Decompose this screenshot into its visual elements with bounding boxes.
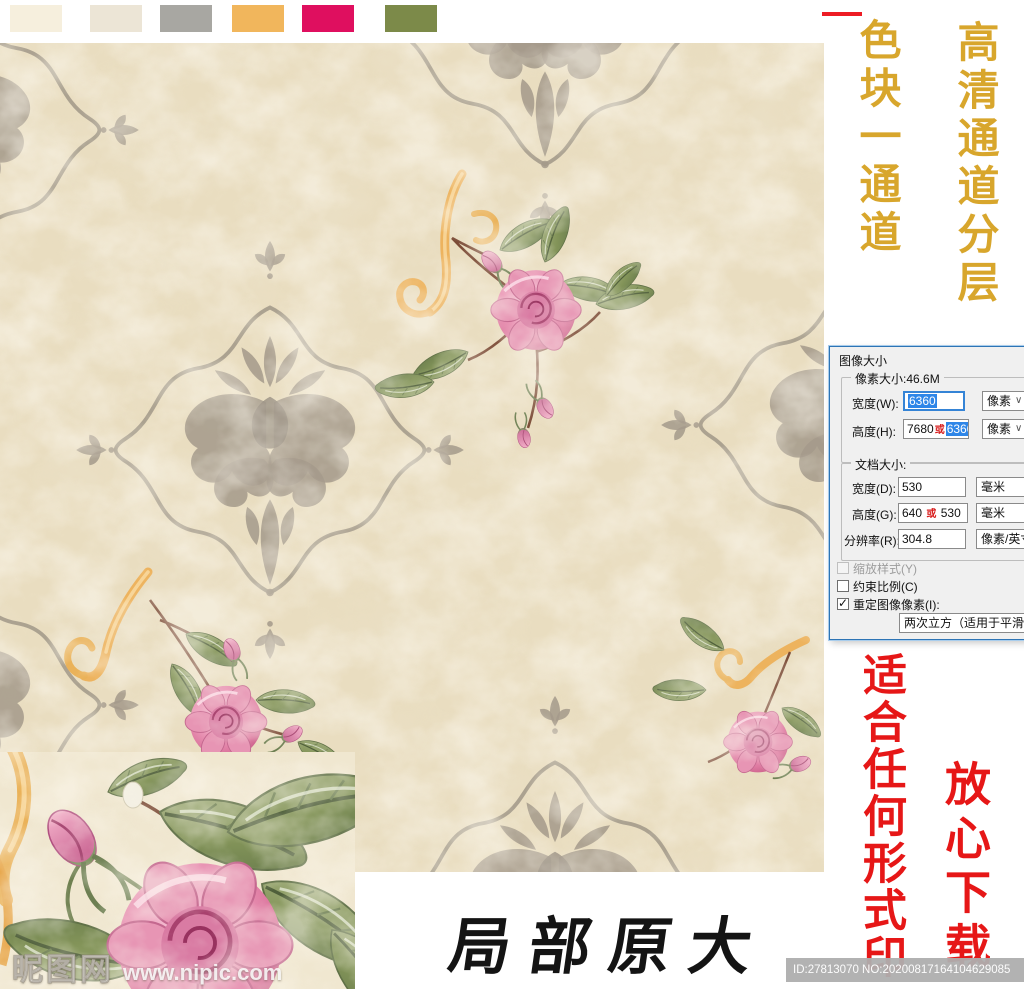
doc-height-input[interactable]: 640 或 530 (898, 503, 968, 523)
pixel-width-input[interactable]: 6360 (903, 391, 965, 411)
resolution-label: 分辨率(R): (844, 534, 900, 548)
banner-download-with-confidence: 放心下载 (938, 760, 992, 976)
pixel-height-input[interactable]: 7680或6360 (903, 419, 969, 439)
resample-image-checkbox[interactable] (837, 596, 849, 610)
pixel-height-unit-select[interactable]: 像素 ∨ (982, 419, 1024, 439)
chevron-down-icon: ∨ (1015, 395, 1023, 406)
chevron-down-icon: ∨ (1015, 423, 1023, 434)
constrain-proportions-checkbox[interactable] (837, 580, 849, 592)
pixel-width-unit-select[interactable]: 像素 ∨ (982, 391, 1024, 411)
resample-image-label: 重定图像像素(I): (853, 597, 940, 612)
scale-styles-row: 缩放样式(Y) (837, 561, 917, 576)
constrain-proportions-label: 约束比例(C) (853, 579, 918, 594)
pixel-dimensions-group: 像素大小:46.6M 宽度(W): 6360 像素 ∨ 高度(H): 7680或 6… (841, 370, 1024, 463)
scale-styles-label: 缩放样式(Y) (853, 561, 917, 576)
color-swatch-olive (385, 5, 437, 32)
resolution-input[interactable]: 304.8 (898, 529, 966, 549)
doc-width-input[interactable]: 530 (898, 477, 966, 497)
color-swatch-beige (90, 5, 142, 32)
resample-image-row: 重定图像像素(I): (837, 596, 940, 612)
color-swatch-gold (232, 5, 284, 32)
constrain-proportions-row: 约束比例(C) (837, 579, 918, 594)
caption-detail-original-size: 局部原大 (444, 910, 775, 983)
nipic-watermark: 昵图网 www.nipic.com (12, 944, 283, 989)
image-size-dialog: 图像大小 像素大小:46.6M 宽度(W): 6360 像素 ∨ 高度(H): 7… (829, 346, 1024, 640)
image-id-watermark: ID:27813070 NO:20200817164104629085 (786, 958, 1024, 982)
dialog-title: 图像大小 (839, 354, 888, 368)
scale-styles-checkbox[interactable] (837, 562, 849, 574)
color-swatch-cream (10, 5, 62, 32)
banner-suits-any-print-form: 适合任何形式印 (855, 652, 906, 981)
doc-width-unit-select[interactable]: 毫米 (976, 477, 1024, 497)
color-swatch-gray (160, 5, 212, 32)
doc-height-label: 高度(G): (852, 508, 897, 522)
document-size-group: 文档大小: 宽度(D): 530 毫米 高度(G): 640 或 530 毫米 … (841, 456, 1024, 561)
color-swatch-magenta (302, 5, 354, 32)
resample-method-select[interactable]: 两次立方（适用于平滑渐变 (899, 613, 1024, 633)
banner-one-color-one-channel: 一色块一通道 (853, 0, 902, 258)
banner-hd-channel-layers: 高清通道分层 (951, 20, 1000, 308)
pixel-width-label: 宽度(W): (852, 397, 899, 411)
doc-height-unit-select[interactable]: 毫米 (976, 503, 1024, 523)
resolution-unit-select[interactable]: 像素/英寸 (976, 529, 1024, 549)
pixel-height-label: 高度(H): (852, 425, 896, 439)
nipic-site-name: 昵图网 (12, 952, 114, 988)
doc-group-legend: 文档大小: (851, 456, 911, 473)
doc-width-label: 宽度(D): (852, 482, 896, 496)
pixel-group-legend: 像素大小:46.6M (851, 370, 944, 387)
nipic-site-url: www.nipic.com (123, 960, 283, 985)
